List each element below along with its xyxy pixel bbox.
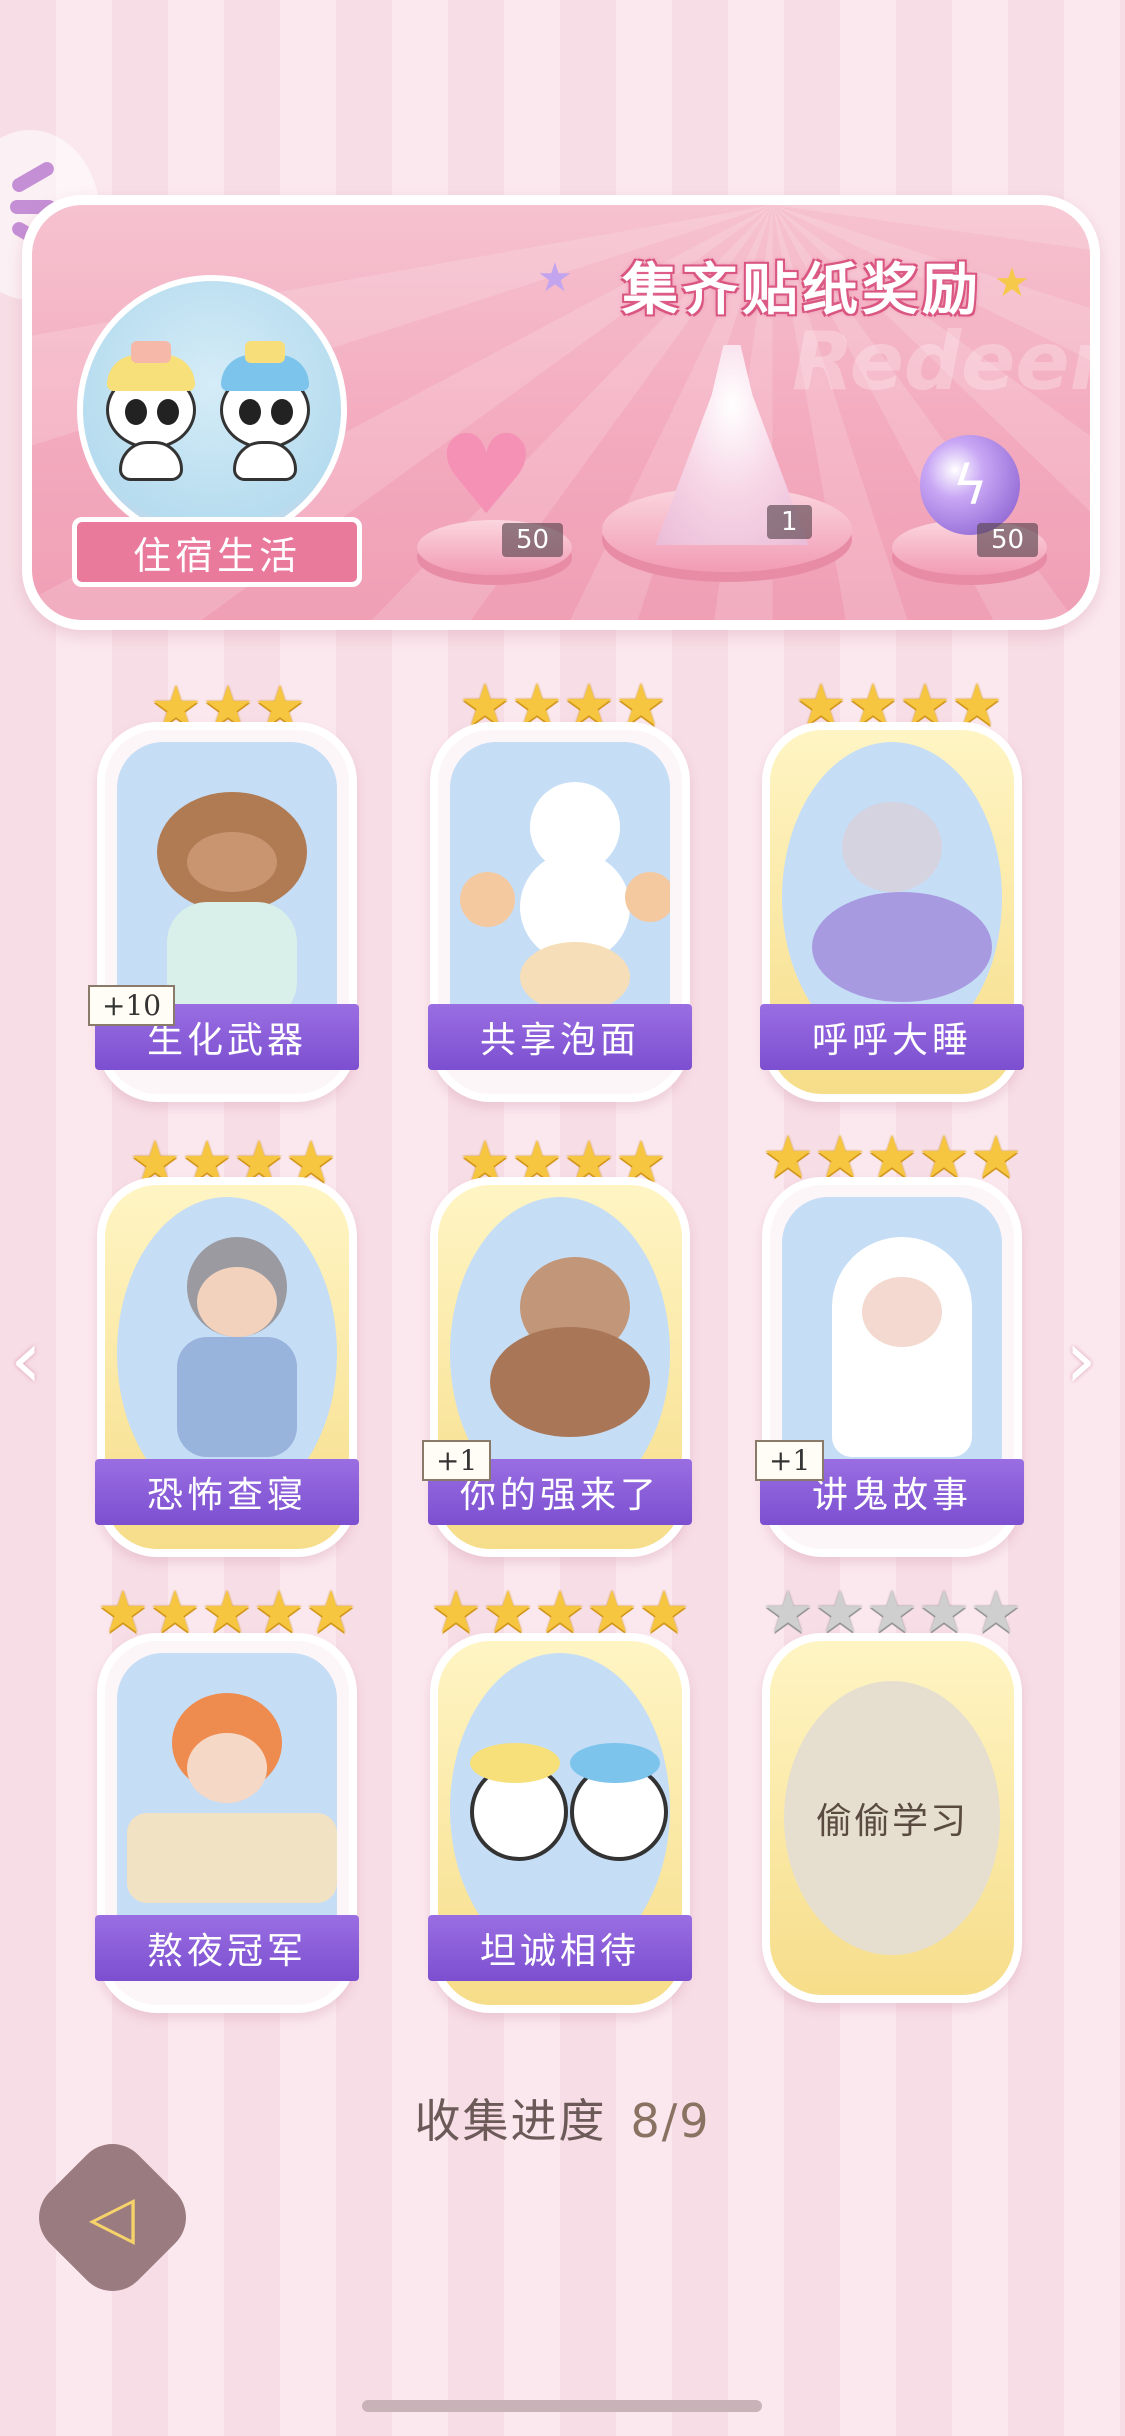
sticker-name: 熬夜冠军 — [95, 1915, 359, 1981]
theme-label: 住宿生活 — [72, 517, 362, 587]
theme-image — [77, 275, 347, 545]
progress-label: 收集进度 — [414, 2094, 607, 2148]
bonus-tag: +10 — [88, 985, 176, 1026]
sticker-name: 共享泡面 — [428, 1004, 692, 1070]
reward-banner: Redeem ★ ★ 集齐贴纸奖励 住宿生活 ♥ 50 1 ϟ 50 — [22, 195, 1100, 630]
chevron-right-icon[interactable]: › — [1065, 1320, 1097, 1400]
banner-watermark: Redeem — [792, 315, 1090, 408]
home-indicator[interactable] — [362, 2400, 762, 2412]
sticker-card[interactable]: 坦诚相待 — [428, 1633, 692, 2013]
locked-sticker-label: 偷偷学习 — [784, 1681, 1000, 1955]
sticker-card[interactable]: 你的强来了 — [428, 1177, 692, 1557]
panda-icon — [101, 341, 201, 481]
energy-orb-icon[interactable]: ϟ — [920, 435, 1020, 535]
purple-star-icon: ★ — [537, 255, 573, 301]
bonus-tag: +1 — [422, 1440, 492, 1481]
chevron-left-icon[interactable]: ‹ — [10, 1320, 42, 1400]
sticker-card[interactable]: 呼呼大睡 — [760, 722, 1024, 1102]
sticker-name: 恐怖查寝 — [95, 1459, 359, 1525]
back-arrow-icon: ◁ — [89, 2182, 136, 2253]
sticker-card[interactable]: 熬夜冠军 — [95, 1633, 359, 2013]
sticker-card-locked[interactable]: 偷偷学习 — [762, 1633, 1022, 2003]
sticker-name: 坦诚相待 — [428, 1915, 692, 1981]
heart-gem-icon[interactable]: ♥ — [437, 420, 536, 530]
progress-value: 8/9 — [630, 2094, 711, 2148]
reward-count: 1 — [767, 505, 812, 539]
reward-count: 50 — [502, 523, 564, 557]
sticker-name: 呼呼大睡 — [760, 1004, 1024, 1070]
bonus-tag: +1 — [755, 1440, 825, 1481]
sticker-card[interactable]: 生化武器 — [95, 722, 359, 1102]
banner-title: 集齐贴纸奖励 — [622, 257, 982, 323]
back-button[interactable]: ◁ — [24, 2129, 201, 2306]
collection-progress: 收集进度 8/9 — [0, 2085, 1125, 2151]
sticker-card[interactable]: 共享泡面 — [428, 722, 692, 1102]
reward-count: 50 — [977, 523, 1039, 557]
sticker-card[interactable]: 讲鬼故事 — [760, 1177, 1024, 1557]
panda-icon — [215, 341, 315, 481]
sticker-card[interactable]: 恐怖查寝 — [95, 1177, 359, 1557]
